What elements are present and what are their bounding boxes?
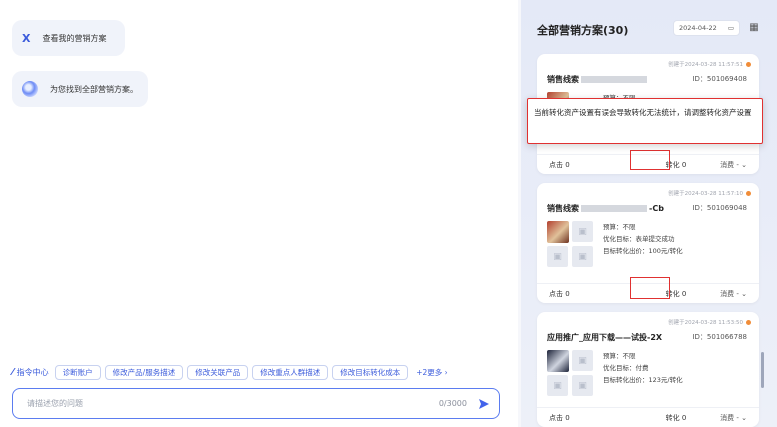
grid-icon[interactable]: ▦ [747,20,761,34]
close-x-icon: X [22,31,31,45]
image-placeholder-icon: ▣ [547,246,568,267]
plan-name: 销售线索 -Cb [547,203,664,214]
quick-action-edit-audience[interactable]: 修改重点人群描述 [252,364,329,380]
panel-title: 全部营销方案(30) [537,24,629,37]
conversion-warning-tooltip: 当前转化资产设置有误会导致转化无法统计，请调整转化资产设置 [527,98,763,144]
plan-stats: 点击 0 转化 0 消费 - ⌄ [537,407,759,427]
dot-icon [746,319,751,325]
plan-bid: 目标转化出价：100元/转化 [603,247,683,255]
bot-message-bubble: 为您找到全部营销方案。 [12,71,148,107]
redacted-mask [581,76,647,83]
date-value: 2024-04-22 [679,24,717,32]
plan-goal: 优化目标：付费 [603,364,649,372]
plan-cost[interactable]: 消费 - ⌄ [719,160,747,170]
chat-pane: X 查看我的营销方案 为您找到全部营销方案。 ⁄ 指令中心 诊断账户 修改产品/… [0,0,518,427]
created-time-text: 创建于2024-03-28 11:57:10 [668,191,743,197]
chat-input[interactable] [27,399,439,408]
quick-action-diagnose[interactable]: 诊断账户 [54,364,101,380]
plan-id: ID：501069408 [692,75,747,83]
plan-cost-label: 消费 - [720,289,739,298]
more-actions-label: +2更多 [416,367,443,377]
plan-thumbnails: ▣ ▣ ▣ [547,350,595,396]
redacted-mask [581,205,647,212]
highlight-box [630,150,670,170]
plans-panel: 全部营销方案(30) 2024-04-22 ▭ ▦ 创建于2024-03-28 … [521,0,777,427]
user-message-text: 查看我的营销方案 [42,33,107,43]
plan-goal: 优化目标：表单提交成功 [603,235,675,243]
command-icon: ⁄ [12,366,14,378]
created-time: 创建于2024-03-28 11:57:51 [668,60,751,68]
created-time-text: 创建于2024-03-28 11:53:50 [668,320,743,326]
plan-cost[interactable]: 消费 - ⌄ [719,289,747,299]
plan-budget: 预算：不限 [603,223,636,231]
plan-card[interactable]: 创建于2024-03-28 11:53:50 应用推广_应用下载——试投-2X … [537,312,759,427]
plan-name-suffix: -Cb [649,204,664,213]
bot-message-text: 为您找到全部营销方案。 [50,84,138,94]
image-placeholder-icon: ▣ [572,350,593,371]
plan-name-prefix: 销售线索 [547,204,579,213]
send-icon[interactable] [477,397,491,411]
plan-bid: 目标转化出价：123元/转化 [603,376,683,384]
plan-cost-label: 消费 - [720,413,739,422]
created-time-text: 创建于2024-03-28 11:57:51 [668,62,743,68]
image-placeholder-icon: ▣ [572,375,593,396]
image-placeholder-icon: ▣ [547,375,568,396]
dot-icon [746,190,751,196]
plan-clicks: 点击 0 [549,413,570,422]
plan-budget: 预算：不限 [603,352,636,360]
plan-name: 应用推广_应用下载——试投-2X [547,333,663,342]
quick-action-edit-product[interactable]: 修改产品/服务描述 [104,364,184,380]
plan-cost[interactable]: 消费 - ⌄ [719,413,747,423]
user-message-bubble: X 查看我的营销方案 [12,20,125,56]
dot-icon [746,61,751,67]
plan-clicks: 点击 0 [549,160,570,169]
plan-info: 预算：不限 优化目标：表单提交成功 目标转化出价：100元/转化 [603,221,683,257]
plan-cost-label: 消费 - [720,160,739,169]
plan-clicks: 点击 0 [549,289,570,298]
bot-avatar-icon [22,81,38,97]
plan-thumbnail [547,350,569,372]
command-center-label: 指令中心 [16,367,49,377]
plan-name-prefix: 销售线索 [547,75,579,84]
plan-name: 销售线索 [547,74,649,85]
panel-scrollbar[interactable] [761,352,764,388]
plan-id: ID：501069048 [692,204,747,212]
created-time: 创建于2024-03-28 11:53:50 [668,318,751,326]
calendar-icon: ▭ [727,24,734,32]
highlight-box [630,277,670,299]
plan-conversions[interactable]: 转化 0 [633,413,719,423]
command-center-button[interactable]: ⁄ 指令中心 [12,367,49,378]
plan-thumbnail [547,221,569,243]
created-time: 创建于2024-03-28 11:57:10 [668,189,751,197]
more-actions-link[interactable]: +2更多 › [416,367,447,378]
char-counter: 0/3000 [438,399,467,408]
quick-action-edit-linked-product[interactable]: 修改关联产品 [187,364,249,380]
quick-action-bar: ⁄ 指令中心 诊断账户 修改产品/服务描述 修改关联产品 修改重点人群描述 修改… [12,364,448,380]
image-placeholder-icon: ▣ [572,246,593,267]
image-placeholder-icon: ▣ [572,221,593,242]
plan-info: 预算：不限 优化目标：付费 目标转化出价：123元/转化 [603,350,683,386]
plan-id: ID：501066788 [692,333,747,341]
quick-action-edit-target-cost[interactable]: 修改目标转化成本 [332,364,409,380]
date-picker[interactable]: 2024-04-22 ▭ [673,20,740,36]
plan-thumbnails: ▣ ▣ ▣ [547,221,595,267]
chat-input-box: 0/3000 [12,388,500,419]
